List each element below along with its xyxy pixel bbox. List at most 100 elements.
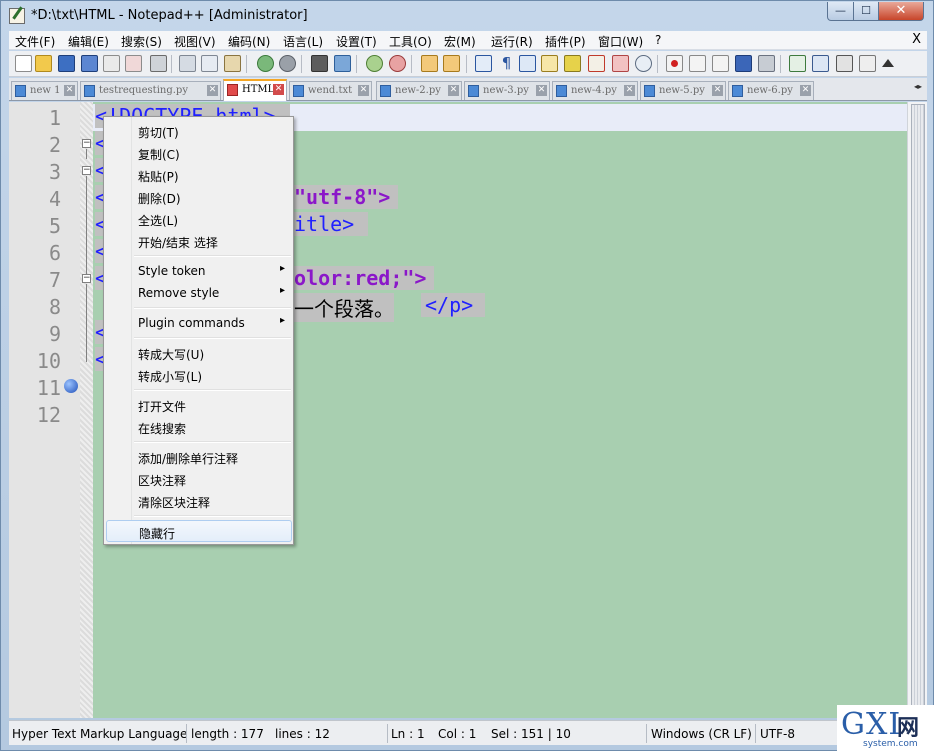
ctx-open-file[interactable]: 打开文件 [106,394,292,416]
tab-new-4[interactable]: new-4.py ✕ [552,81,638,100]
ctx-toggle-line-comment[interactable]: 添加/删除单行注释 [106,446,292,468]
menu-edit[interactable]: 编辑(E) [68,33,109,50]
fold-toggle-icon[interactable]: − [82,274,91,283]
menu-help[interactable]: ? [655,33,661,47]
tab-new-3[interactable]: new-3.py ✕ [464,81,550,100]
save-macro-icon[interactable] [758,55,775,72]
zoom-out-icon[interactable] [389,55,406,72]
ctx-remove-style[interactable]: Remove style ▸ [106,282,292,304]
close-window-button[interactable]: ✕ [878,2,924,21]
tab-close-icon[interactable]: ✕ [273,84,284,95]
save-icon[interactable] [58,55,75,72]
toolbar-up-icon[interactable] [882,59,894,67]
undo-icon[interactable] [257,55,274,72]
menu-file[interactable]: 文件(F) [15,33,55,50]
tab-close-icon[interactable]: ✕ [800,85,811,96]
tab-close-icon[interactable]: ✕ [624,85,635,96]
replace-icon[interactable] [334,55,351,72]
menu-tools[interactable]: 工具(O) [389,33,432,50]
menu-settings[interactable]: 设置(T) [336,33,377,50]
zoom-in-icon[interactable] [366,55,383,72]
open-file-icon[interactable] [35,55,52,72]
ctx-clear-block-comment[interactable]: 清除区块注释 [106,490,292,512]
plugin-d-icon[interactable] [859,55,876,72]
plugin-a-icon[interactable] [789,55,806,72]
close-document-button[interactable]: X [912,32,921,47]
tab-close-icon[interactable]: ✕ [358,85,369,96]
ctx-search-online[interactable]: 在线搜索 [106,416,292,438]
cut-icon[interactable] [179,55,196,72]
minimize-button[interactable]: — [827,2,854,21]
ctx-copy[interactable]: 复制(C) [106,142,292,164]
fold-toggle-icon[interactable]: − [82,139,91,148]
fold-toggle-icon[interactable]: − [82,166,91,175]
sync-horizontal-icon[interactable] [443,55,460,72]
doc-map-icon[interactable] [564,55,581,72]
tab-new-2[interactable]: new-2.py ✕ [376,81,462,100]
menu-macro[interactable]: 宏(M) [444,33,476,50]
ctx-style-token[interactable]: Style token ▸ [106,260,292,282]
vertical-scrollbar[interactable] [907,102,927,718]
print-icon[interactable] [150,55,167,72]
ctx-cut[interactable]: 剪切(T) [106,120,292,142]
play-macro-icon[interactable] [712,55,729,72]
copy-icon[interactable] [201,55,218,72]
redo-icon[interactable] [279,55,296,72]
bookmark-icon[interactable] [64,379,78,393]
save-all-icon[interactable] [81,55,98,72]
folder-icon[interactable] [612,55,629,72]
plugin-b-icon[interactable] [812,55,829,72]
run-macro-multiple-icon[interactable] [735,55,752,72]
tab-new-6[interactable]: new-6.py ✕ [728,81,814,100]
stop-record-icon[interactable] [689,55,706,72]
menu-run[interactable]: 运行(R) [491,33,533,50]
menu-search[interactable]: 搜索(S) [121,33,162,50]
ctx-select-all[interactable]: 全选(L) [106,208,292,230]
ctx-paste[interactable]: 粘贴(P) [106,164,292,186]
tab-close-icon[interactable]: ✕ [712,85,723,96]
tab-close-icon[interactable]: ✕ [64,85,75,96]
tab-new-5[interactable]: new-5.py ✕ [640,81,726,100]
line-number-gutter[interactable]: 1 2 3 4 5 6 7 8 9 10 11 12 [9,102,80,718]
tab-close-icon[interactable]: ✕ [207,85,218,96]
show-all-chars-icon[interactable]: ¶ [498,55,515,72]
close-icon[interactable] [103,55,120,72]
indent-guide-icon[interactable] [519,55,536,72]
tab-new-1[interactable]: new 1 ✕ [11,81,78,100]
maximize-button[interactable]: ☐ [853,2,879,21]
menu-window[interactable]: 窗口(W) [598,33,643,50]
word-wrap-icon[interactable] [475,55,492,72]
plugin-c-icon[interactable] [836,55,853,72]
menu-encoding[interactable]: 编码(N) [228,33,270,50]
user-lang-icon[interactable] [541,55,558,72]
menu-language[interactable]: 语言(L) [283,33,323,50]
menu-plugins[interactable]: 插件(P) [545,33,586,50]
monitor-icon[interactable] [635,55,652,72]
paste-icon[interactable] [224,55,241,72]
function-list-icon[interactable] [588,55,605,72]
find-icon[interactable] [311,55,328,72]
ctx-block-comment[interactable]: 区块注释 [106,468,292,490]
status-eol[interactable]: Windows (CR LF) [651,727,752,741]
close-all-icon[interactable] [125,55,142,72]
ctx-begin-end-select[interactable]: 开始/结束 选择 [106,230,292,252]
sync-vertical-icon[interactable] [421,55,438,72]
tab-testrequesting[interactable]: testrequesting.py ✕ [80,81,221,100]
menu-view[interactable]: 视图(V) [174,33,216,50]
ctx-delete[interactable]: 删除(D) [106,186,292,208]
ctx-lowercase[interactable]: 转成小写(L) [106,364,292,386]
tab-html[interactable]: HTML ✕ [223,79,287,101]
title-bar[interactable]: *D:\txt\HTML - Notepad++ [Administrator]… [1,1,933,31]
notepad-app-icon[interactable] [9,8,25,24]
tab-wend[interactable]: wend.txt ✕ [289,81,372,100]
tab-scroll-arrows-icon[interactable]: ◂▸ [914,82,926,98]
ctx-hide-lines[interactable]: 隐藏行 [106,520,292,542]
new-file-icon[interactable] [15,55,32,72]
tab-close-icon[interactable]: ✕ [448,85,459,96]
record-macro-icon[interactable] [666,55,683,72]
scrollbar-thumb[interactable] [911,104,925,716]
status-encoding[interactable]: UTF-8 [760,727,795,741]
ctx-uppercase[interactable]: 转成大写(U) [106,342,292,364]
tab-close-icon[interactable]: ✕ [536,85,547,96]
ctx-plugin-commands[interactable]: Plugin commands ▸ [106,312,292,334]
